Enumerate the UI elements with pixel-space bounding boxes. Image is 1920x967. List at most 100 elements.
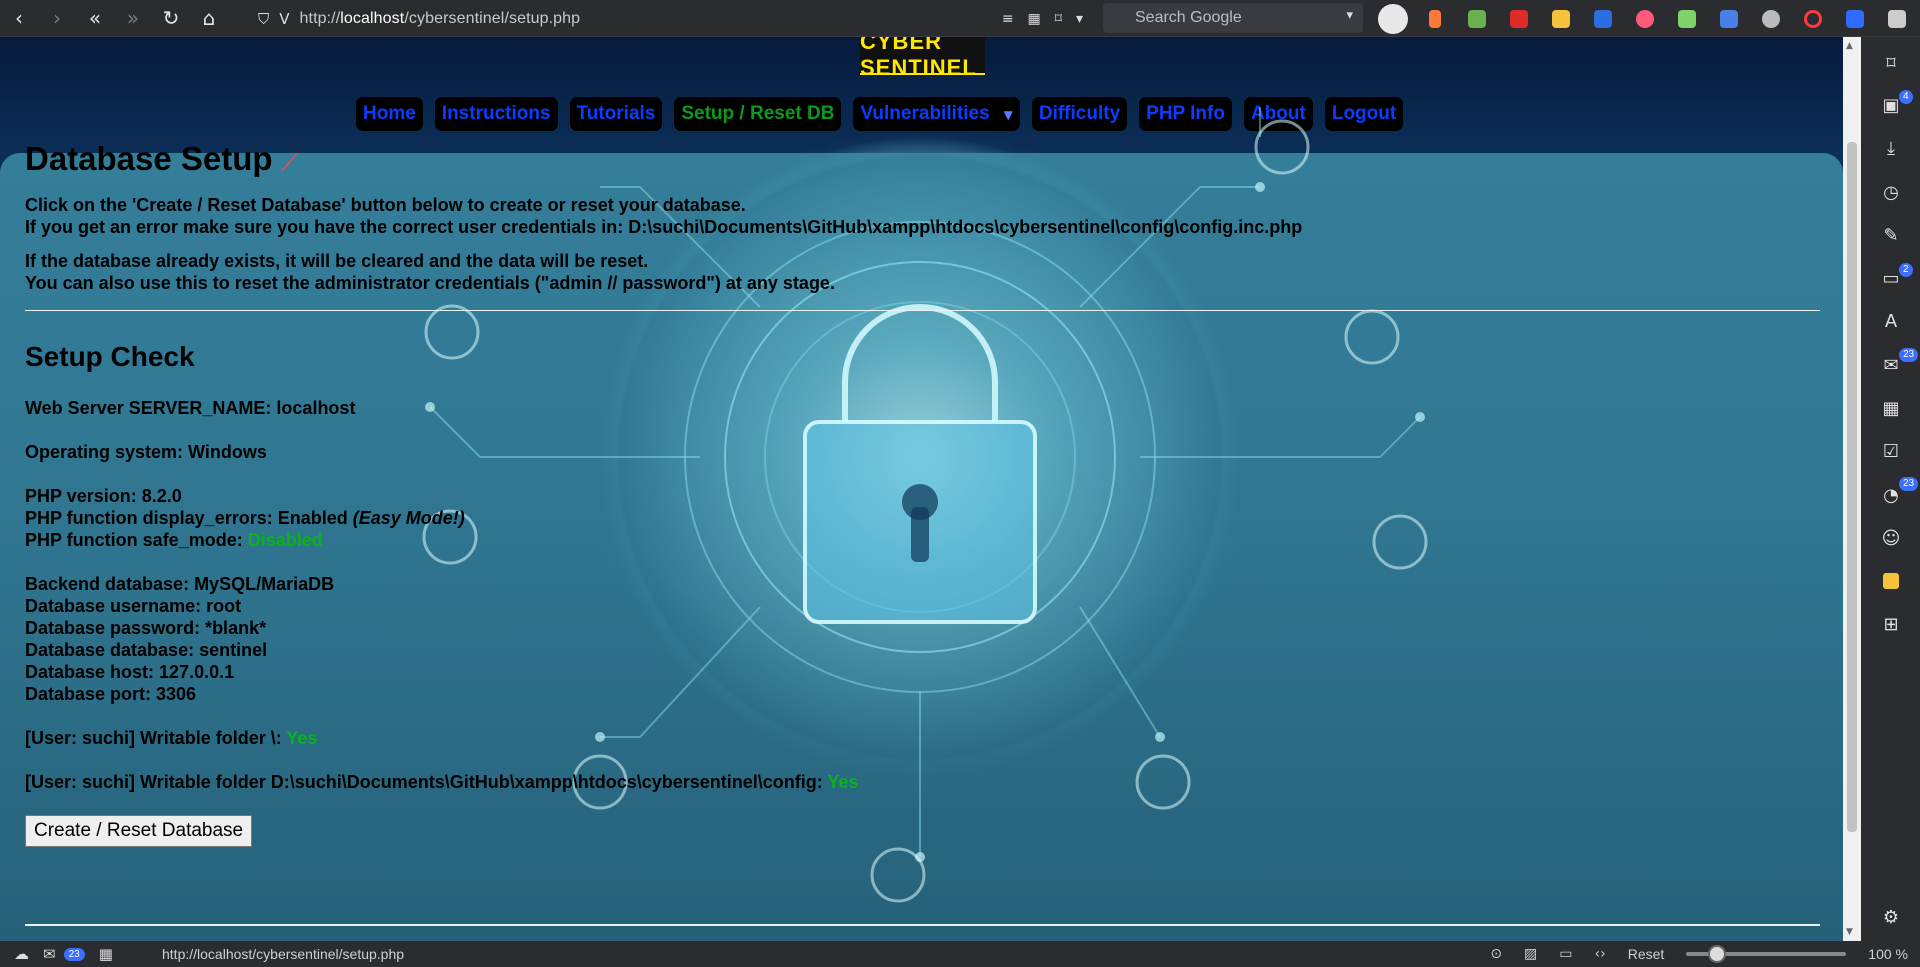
nav-instructions[interactable]: Instructions — [434, 97, 558, 131]
database-name: Database database: sentinel — [25, 640, 268, 660]
extension-1-icon[interactable] — [1414, 2, 1456, 35]
database-password: Database password: *blank* — [25, 618, 267, 638]
server-name: Web Server SERVER_NAME: localhost — [25, 398, 356, 418]
contacts-icon[interactable]: ☺ — [1879, 526, 1903, 550]
extension-4-icon[interactable] — [1540, 2, 1582, 35]
extension-6-icon[interactable] — [1624, 2, 1666, 35]
bottom-divider — [25, 924, 1820, 926]
bookmarks-icon[interactable]: ⌑ — [1879, 51, 1903, 75]
intro-line-1: Click on the 'Create / Reset Database' b… — [25, 195, 746, 215]
tasks-icon[interactable]: ☑ — [1879, 439, 1903, 463]
search-engine-dropdown-icon[interactable]: ▾ — [1346, 8, 1353, 23]
scroll-down-icon[interactable]: ▼ — [1846, 927, 1853, 937]
windows-badge: 2 — [1899, 263, 1913, 277]
intro-line-3: If the database already exists, it will … — [25, 251, 649, 271]
intro-line-4: You can also use this to reset the admin… — [25, 273, 835, 293]
dropdown-icon[interactable]: ▾ — [1076, 11, 1083, 27]
reload-icon[interactable]: ↻ — [152, 0, 190, 37]
feeds-badge: 23 — [1899, 477, 1919, 491]
database-port: Database port: 3306 — [25, 684, 197, 704]
code-icon[interactable]: ‹› — [1595, 946, 1606, 962]
intro-line-2: If you get an error make sure you have t… — [25, 217, 1303, 237]
home-icon[interactable]: ⌂ — [190, 0, 228, 37]
tag-icon[interactable] — [1834, 2, 1876, 35]
divider — [25, 310, 1820, 311]
address-bar[interactable]: ⛉ V http://localhost/cybersentinel/setup… — [258, 4, 1083, 33]
browser-side-panel: ⌑ ▣ 4 ⤓ ◷ ✎ ▭ 2 A ✉ 23 ▦ ☑ ◔ 23 ☺ ⊞ ⚙ — [1861, 37, 1920, 941]
writable-root-status: Yes — [286, 728, 318, 748]
vivaldi-icon[interactable]: V — [279, 10, 289, 28]
forward-icon[interactable]: › — [38, 0, 76, 37]
calendar-icon[interactable]: ▦ — [1879, 396, 1903, 420]
translate-icon[interactable]: A — [1879, 309, 1903, 333]
extension-7-icon[interactable] — [1666, 2, 1708, 35]
wrench-icon: ⟋ — [281, 151, 298, 176]
web-panel-icon[interactable] — [1879, 569, 1903, 593]
opera-icon[interactable] — [1792, 2, 1834, 35]
search-field[interactable]: Search Google ▾ — [1103, 3, 1363, 33]
fast-forward-icon[interactable]: » — [114, 0, 152, 37]
extension-3-icon[interactable] — [1498, 2, 1540, 35]
nav-setup-reset-db[interactable]: Setup / Reset DB — [674, 97, 842, 131]
setup-check-heading: Setup Check — [25, 341, 195, 372]
writable-folder-root: [User: suchi] Writable folder \: Yes — [25, 728, 318, 748]
extension-5-icon[interactable] — [1582, 2, 1624, 35]
scrollbar-thumb[interactable] — [1847, 142, 1857, 832]
qr-icon[interactable]: ▦ — [1028, 11, 1041, 27]
extensions-bar — [1372, 2, 1918, 35]
image-icon[interactable]: ▨ — [1524, 946, 1537, 962]
nav-difficulty[interactable]: Difficulty — [1031, 97, 1128, 131]
bookmark-icon[interactable]: ⌑ — [1055, 11, 1062, 27]
add-panel-icon[interactable]: ⊞ — [1879, 612, 1903, 636]
history-icon[interactable]: ◷ — [1879, 180, 1903, 204]
calendar-icon[interactable]: ▦ — [99, 945, 113, 963]
zoom-level: 100 % — [1868, 946, 1908, 962]
safe-mode-status: Disabled — [247, 530, 323, 550]
nav-logout[interactable]: Logout — [1324, 97, 1404, 131]
page-scrollbar[interactable]: ▲ ▼ — [1843, 37, 1861, 941]
rewind-icon[interactable]: « — [76, 0, 114, 37]
setup-content: Database Setup ⟋ Click on the 'Create / … — [25, 140, 1820, 847]
settings-gear-icon[interactable]: ⚙ — [1879, 905, 1903, 929]
window-icon[interactable]: ▭ — [1559, 946, 1572, 962]
browser-toolbar: ‹ › « » ↻ ⌂ ⛉ V http://localhost/cyberse… — [0, 0, 1920, 37]
globe-icon[interactable] — [1750, 2, 1792, 35]
camera-icon[interactable]: ⊙ — [1490, 946, 1502, 962]
site-logo[interactable]: CYBER SENTINEL — [860, 37, 985, 75]
nav-about[interactable]: About — [1243, 97, 1313, 131]
downloads-icon[interactable]: ⤓ — [1879, 136, 1903, 160]
mail-icon[interactable]: ✉ — [43, 945, 56, 963]
writable-config-status: Yes — [827, 772, 859, 792]
status-bar: ☁ ✉ 23 ▦ http://localhost/cybersentinel/… — [0, 941, 1920, 967]
backend-database: Backend database: MySQL/MariaDB — [25, 574, 335, 594]
zoom-slider[interactable] — [1686, 945, 1847, 963]
translate-icon[interactable] — [1708, 2, 1750, 35]
nav-php-info[interactable]: PHP Info — [1139, 97, 1232, 131]
reader-icon[interactable]: ≡ — [1002, 11, 1014, 27]
nav-vulnerabilities[interactable]: Vulnerabilities ▼ — [853, 97, 1020, 131]
scroll-up-icon[interactable]: ▲ — [1846, 41, 1853, 51]
zoom-slider-knob[interactable] — [1708, 945, 1727, 963]
writable-folder-config: [User: suchi] Writable folder D:\suchi\D… — [25, 772, 859, 792]
nav-home[interactable]: Home — [356, 97, 423, 131]
database-host: Database host: 127.0.0.1 — [25, 662, 235, 682]
mail-badge: 23 — [1899, 348, 1919, 362]
safe-mode: PHP function safe_mode: Disabled — [25, 530, 323, 550]
back-icon[interactable]: ‹ — [0, 0, 38, 37]
display-errors: PHP function display_errors: Enabled (Ea… — [25, 508, 465, 528]
panels-badge: 4 — [1899, 90, 1913, 104]
notes-icon[interactable]: ✎ — [1879, 223, 1903, 247]
main-nav: Home Instructions Tutorials Setup / Rese… — [356, 97, 1404, 131]
cloud-icon[interactable]: ☁ — [14, 945, 29, 963]
hover-url: http://localhost/cybersentinel/setup.php — [162, 946, 405, 962]
zoom-reset-button[interactable]: Reset — [1628, 946, 1665, 962]
nav-tutorials[interactable]: Tutorials — [569, 97, 663, 131]
operating-system: Operating system: Windows — [25, 442, 267, 462]
puzzle-icon[interactable] — [1876, 2, 1918, 35]
extension-2-icon[interactable] — [1456, 2, 1498, 35]
page-title: Database Setup ⟋ — [25, 140, 298, 177]
shield-icon[interactable]: ⛉ — [258, 10, 269, 28]
profile-avatar[interactable] — [1378, 3, 1408, 34]
url-text[interactable]: http://localhost/cybersentinel/setup.php — [300, 10, 581, 28]
create-reset-database-button[interactable]: Create / Reset Database — [25, 815, 253, 847]
